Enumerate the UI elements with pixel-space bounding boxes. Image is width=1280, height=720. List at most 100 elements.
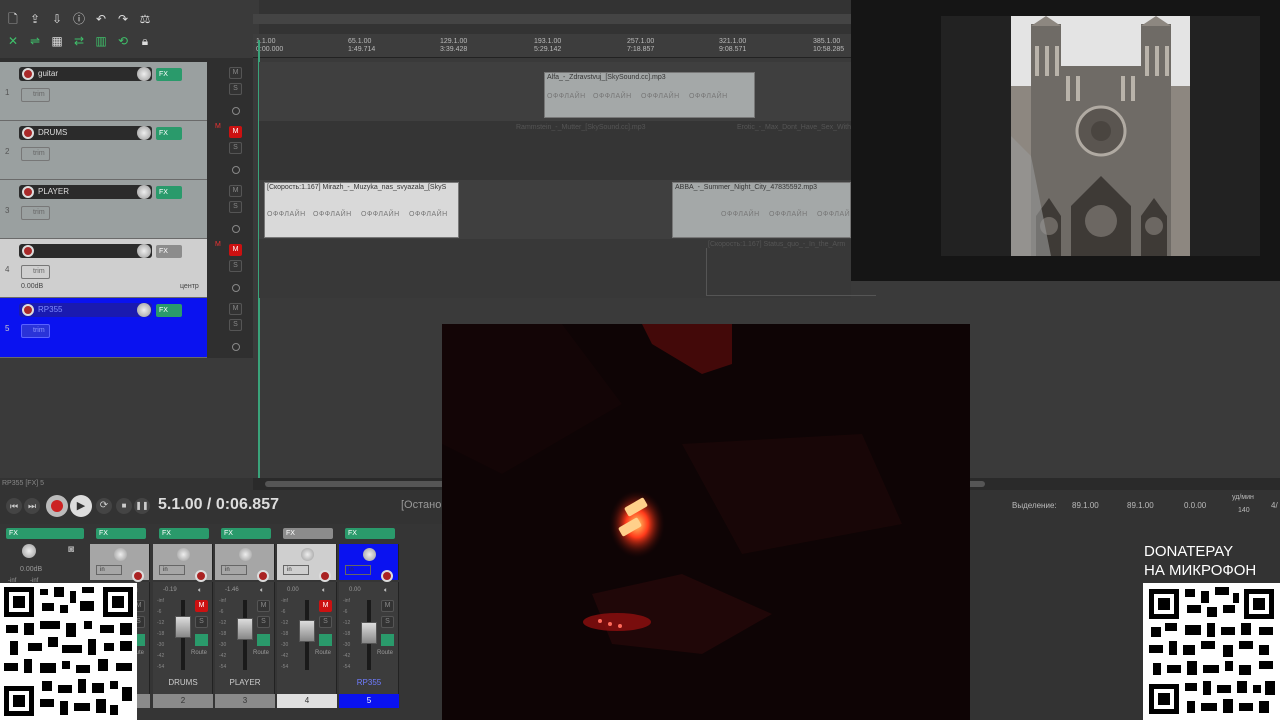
track-row-1[interactable]: 1 guitar FX trim [0,62,207,121]
strip-solo-button[interactable]: S [319,616,332,628]
record-arm-button[interactable] [22,127,34,139]
track-name[interactable]: DRUMS [19,126,152,140]
track-volume-knob[interactable] [137,185,151,199]
lock-icon[interactable]: 🔒︎ [138,34,152,48]
selection-length[interactable]: 0.0.00 [1184,501,1206,510]
open-project-icon[interactable]: ⇪ [28,12,42,26]
strip-solo-button[interactable]: S [381,616,394,628]
strip-record-arm[interactable] [132,570,144,582]
save-project-icon[interactable]: ⇩ [50,12,64,26]
go-start-icon[interactable]: ⏮ [6,498,22,514]
media-item-guitar[interactable]: Alfa_-_Zdravstvuj_[SkySound.cc].mp3 ОФФЛ… [544,72,755,118]
ghost-item-erotic[interactable]: Erotic_-_Max_Dont_Have_Sex_With [737,124,851,131]
strip-phase-button[interactable] [195,634,208,646]
strip-phase-button[interactable] [257,634,270,646]
track-panel-empty[interactable] [0,358,253,478]
ghost-item-rammstein[interactable]: Rammstein_-_Mutter_[SkySound.cc].mp3 [516,124,646,131]
ripple-edit-icon[interactable]: ⇌ [28,34,42,48]
track-name[interactable]: RP355 [19,303,152,317]
track-volume-knob[interactable] [137,303,151,317]
phase-icon[interactable] [232,225,240,233]
grid-icon[interactable]: ✕ [6,34,20,48]
strip-phase-button[interactable] [381,634,394,646]
play-button[interactable]: ▶ [70,495,92,517]
strip-pan-knob[interactable] [301,548,314,561]
strip-input-button[interactable]: in [159,565,185,575]
track-fx-button[interactable]: FX [156,127,182,140]
ghost-item-status-quo[interactable]: [Скорость:1.167] Status_quo_-_In_the_Arm [708,241,845,248]
new-project-icon[interactable]: 🗋 [6,12,20,26]
trim-envelope-button[interactable]: trim [21,88,50,102]
phase-icon[interactable] [232,284,240,292]
fader-handle[interactable] [175,616,191,638]
media-item-abba[interactable]: ABBA_-_Summer_Night_City_47835592.mp3 ОФ… [672,182,851,238]
fader-handle[interactable] [299,620,315,642]
trim-envelope-button[interactable]: trim [21,147,50,161]
track-row-5[interactable]: 5 RP355 FX trim [0,298,207,358]
strip-pan-knob[interactable] [177,548,190,561]
solo-button[interactable]: S [229,83,242,95]
mute-button[interactable]: M [229,67,242,79]
loop-icon[interactable]: ⟲ [116,34,130,48]
fader-handle[interactable] [361,622,377,644]
solo-button[interactable]: S [229,201,242,213]
mute-button[interactable]: M [229,244,242,256]
phase-icon[interactable] [232,107,240,115]
strip-fx-button[interactable]: FX [283,528,333,539]
strip-route-button[interactable]: Route [191,650,207,656]
media-item-mirazh[interactable]: [Скорость:1.167] Mirazh_-_Muzyka_nas_svy… [264,182,459,238]
solo-button[interactable]: S [229,319,242,331]
track-row-3[interactable]: 3 PLAYER FX trim [0,180,207,239]
mixer-strip-3[interactable]: in [215,544,275,582]
snap-icon[interactable]: ⇄ [72,34,86,48]
track-volume-knob[interactable] [137,126,151,140]
item-grouping-icon[interactable]: ▦ [50,34,64,48]
track-volume-knob[interactable] [137,244,151,258]
strip-route-button[interactable]: Route [315,650,331,656]
trim-envelope-button[interactable]: trim [21,265,50,279]
strip-fx-button[interactable]: FX [221,528,271,539]
strip-mute-button[interactable]: M [319,600,332,612]
pause-button[interactable]: ❚❚ [134,498,150,514]
redo-icon[interactable]: ↷ [116,12,130,26]
mixer-strip-4[interactable]: in [277,544,337,582]
track-fx-button[interactable]: FX [156,245,182,258]
fader-handle[interactable] [237,618,253,640]
track-fx-button[interactable]: FX [156,186,182,199]
strip-fx-button[interactable]: FX [96,528,146,539]
strip-fx-button[interactable]: FX [159,528,209,539]
strip-solo-button[interactable]: S [195,616,208,628]
grid-snap-icon[interactable]: ▥ [94,34,108,48]
track-row-4[interactable]: 4 FX trim 0.00dB центр [0,239,207,298]
track-fx-button[interactable]: FX [156,304,182,317]
mute-button[interactable]: M [229,303,242,315]
mute-button[interactable]: M [229,185,242,197]
master-volume-knob[interactable] [22,544,36,558]
track-row-2[interactable]: 2 DRUMS FX trim [0,121,207,180]
track-volume-knob[interactable] [137,67,151,81]
strip-pan-knob[interactable] [363,548,376,561]
mute-button[interactable]: M [229,126,242,138]
trim-envelope-button[interactable]: trim [21,206,50,220]
record-arm-button[interactable] [22,304,34,316]
strip-route-button[interactable]: Route [253,650,269,656]
metronome-icon[interactable]: ⚖ [138,12,152,26]
track-name[interactable]: PLAYER [19,185,152,199]
selection-start[interactable]: 89.1.00 [1072,501,1099,510]
top-scrollbar[interactable] [253,14,851,24]
record-arm-button[interactable] [22,68,34,80]
strip-pan-knob[interactable] [114,548,127,561]
track-fx-button[interactable]: FX [156,68,182,81]
strip-input-button[interactable]: in [283,565,309,575]
strip-input-button[interactable]: in [345,565,371,575]
loop-icon[interactable]: ⟳ [96,498,112,514]
undo-icon[interactable]: ↶ [94,12,108,26]
strip-mute-button[interactable]: M [257,600,270,612]
strip-record-arm[interactable] [319,570,331,582]
go-end-icon[interactable]: ⏭ [24,498,40,514]
strip-fx-button[interactable]: FX [345,528,395,539]
mixer-strip-2[interactable]: in [153,544,213,582]
strip-input-button[interactable]: in [96,565,122,575]
master-settings-icon[interactable]: ◙ [68,544,82,556]
stop-button[interactable]: ■ [116,498,132,514]
